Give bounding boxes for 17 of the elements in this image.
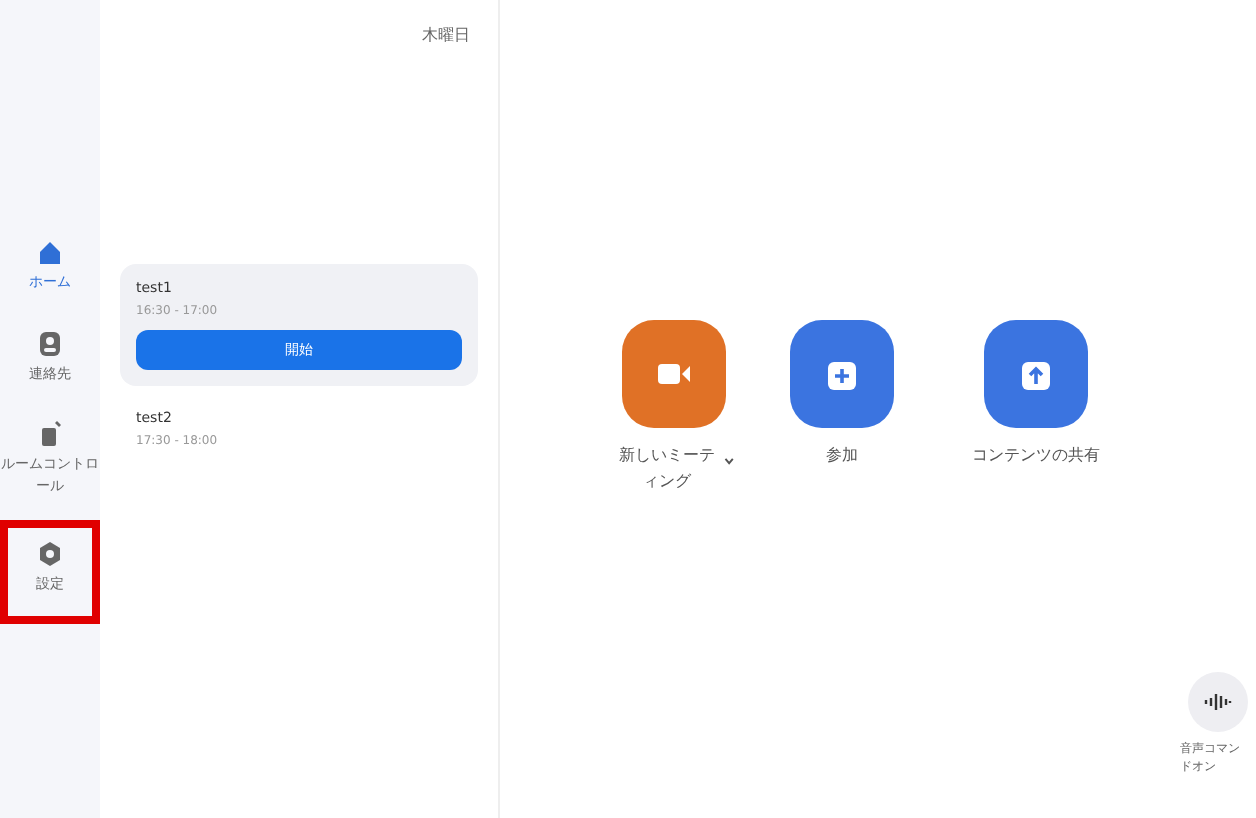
action-button[interactable] bbox=[622, 320, 726, 428]
plus-icon bbox=[828, 362, 856, 390]
action-label: 新しいミーティング bbox=[616, 444, 717, 494]
caret-icon[interactable] bbox=[723, 456, 734, 466]
document-icon bbox=[36, 420, 64, 448]
voice-command-button[interactable] bbox=[1188, 671, 1248, 732]
settings-icon bbox=[36, 540, 64, 568]
action-button[interactable] bbox=[984, 320, 1088, 428]
contact-card-icon bbox=[36, 329, 64, 357]
weekday-label: 木曜日 bbox=[422, 24, 470, 48]
upload-icon bbox=[1022, 362, 1050, 390]
action-label: コンテンツの共有 bbox=[972, 444, 1100, 468]
home-icon bbox=[36, 238, 64, 266]
sound-wave-icon bbox=[1204, 691, 1232, 712]
action-label: 参加 bbox=[826, 444, 858, 468]
video-camera-icon bbox=[658, 364, 690, 384]
action-button[interactable] bbox=[790, 320, 894, 428]
